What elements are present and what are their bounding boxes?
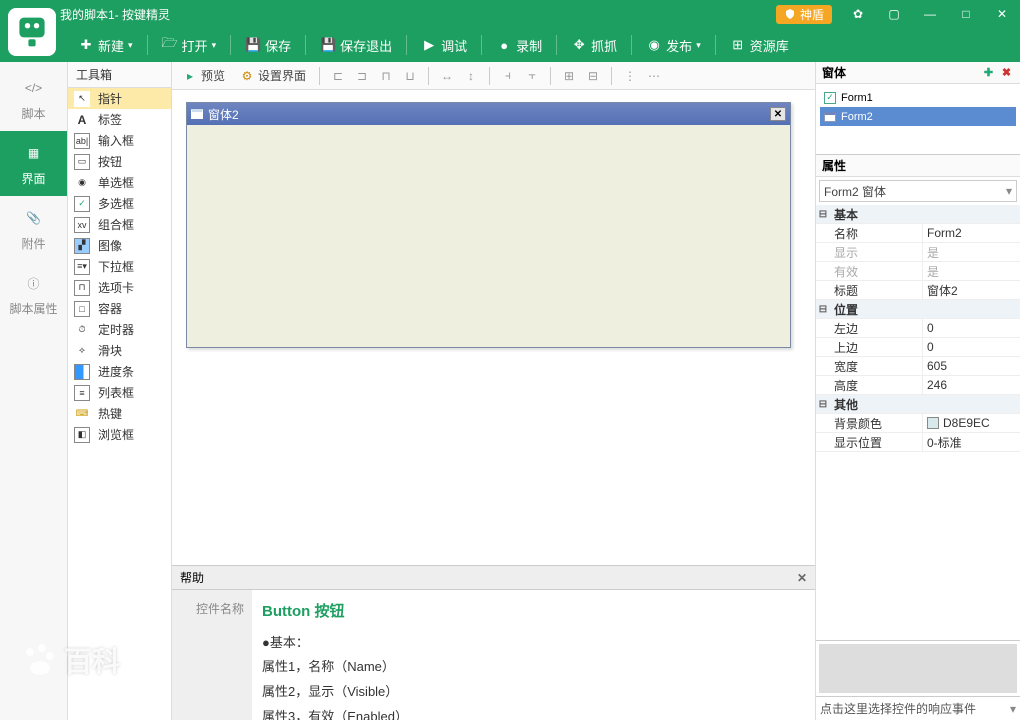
tool-hotkey[interactable]: ⌨热键 [68,403,171,424]
tool-label[interactable]: A标签 [68,109,171,130]
nav-ui[interactable]: ▦界面 [0,131,67,196]
preview-box [819,644,1017,693]
close-icon[interactable]: ✕ [984,0,1020,28]
btn-preview[interactable]: ▸预览 [178,67,229,84]
sub-toolbar: ▸预览 ⚙设置界面 ⊏ ⊐ ⊓ ⊔ ↔ ↕ ⫞ ⫟ ⊞ ⊟ ⋮ ⋯ [172,62,815,90]
align-icon[interactable]: ⊓ [377,67,395,85]
align-icon[interactable]: ↕ [462,67,480,85]
form-titlebar[interactable]: 窗体2 ✕ [187,103,790,125]
align-icon[interactable]: ⊏ [329,67,347,85]
window-title: 我的脚本1- 按键精灵 [60,6,776,23]
prop-row[interactable]: 显示位置0-标准 [816,433,1020,452]
tool-input[interactable]: ab|输入框 [68,130,171,151]
align-icon[interactable]: ⋮ [621,67,639,85]
prop-row[interactable]: 名称Form2 [816,224,1020,243]
menu-savequit[interactable]: 💾保存退出 [314,28,398,62]
btn-setui[interactable]: ⚙设置界面 [235,67,310,84]
event-selector[interactable]: 点击这里选择控件的响应事件▾ [816,696,1020,720]
form-item-1[interactable]: ✓Form1 [820,88,1016,107]
menu-record[interactable]: ●录制 [490,28,548,62]
align-icon[interactable]: ⫞ [499,67,517,85]
prop-row[interactable]: 显示是 [816,243,1020,262]
menu-save[interactable]: 💾保存 [239,28,297,62]
shield-badge[interactable]: 神盾 [776,5,832,24]
tool-combo[interactable]: xv组合框 [68,214,171,235]
tool-button[interactable]: ▭按钮 [68,151,171,172]
help-close-icon[interactable]: ✕ [797,571,807,585]
tool-radio[interactable]: ◉单选框 [68,172,171,193]
align-icon[interactable]: ⊞ [560,67,578,85]
help-title: 帮助 [180,569,204,586]
align-icon[interactable]: ⊟ [584,67,602,85]
tool-timer[interactable]: ⏱定时器 [68,319,171,340]
menu-reslib[interactable]: ⊞资源库 [724,28,795,62]
menu-bar: ✚新建▾ 🗁打开▾ 💾保存 💾保存退出 ▶调试 ●录制 ✥抓抓 ◉发布▾ ⊞资源… [0,28,1020,62]
prop-row[interactable]: 标题窗体2 [816,281,1020,300]
tool-checkbox[interactable]: ✓多选框 [68,193,171,214]
prop-selector[interactable]: Form2 窗体▾ [819,180,1017,202]
tool-browser[interactable]: ◧浏览框 [68,424,171,445]
add-form-icon[interactable]: ✚ [981,65,996,80]
align-icon[interactable]: ⊐ [353,67,371,85]
form-window[interactable]: 窗体2 ✕ [186,102,791,348]
menu-debug[interactable]: ▶调试 [415,28,473,62]
design-canvas[interactable]: 窗体2 ✕ [172,90,815,565]
menu-publish[interactable]: ◉发布▾ [640,28,707,62]
prop-row[interactable]: 左边0 [816,319,1020,338]
toolbox-panel: 工具箱 ↖指针 A标签 ab|输入框 ▭按钮 ◉单选框 ✓多选框 xv组合框 ▞… [68,62,172,720]
nav-attach[interactable]: 📎附件 [0,196,67,261]
forms-title: 窗体 [822,64,846,81]
right-panel: 窗体 ✚✖ ✓Form1 Form2 属性 Form2 窗体▾ ⊟基本 名称Fo… [815,62,1020,720]
tool-tab[interactable]: ⊓选项卡 [68,277,171,298]
settings-icon[interactable]: ✿ [840,0,876,28]
menu-grab[interactable]: ✥抓抓 [565,28,623,62]
left-nav: </>脚本 ▦界面 📎附件 ⓘ脚本属性 [0,62,68,720]
maximize-icon[interactable]: □ [948,0,984,28]
align-icon[interactable]: ⋯ [645,67,663,85]
form-item-2[interactable]: Form2 [820,107,1016,126]
tool-dropdown[interactable]: ≡▾下拉框 [68,256,171,277]
align-icon[interactable]: ↔ [438,67,456,85]
align-icon[interactable]: ⊔ [401,67,419,85]
tool-listbox[interactable]: ≡列表框 [68,382,171,403]
minimize-icon[interactable]: — [912,0,948,28]
prop-row[interactable]: 有效是 [816,262,1020,281]
app-logo [8,8,56,56]
prop-row[interactable]: 背景颜色D8E9EC [816,414,1020,433]
del-form-icon[interactable]: ✖ [999,65,1014,80]
tool-pointer[interactable]: ↖指针 [68,88,171,109]
tool-container[interactable]: □容器 [68,298,171,319]
form-close-icon[interactable]: ✕ [770,107,786,121]
window-icon [191,109,203,119]
prop-row[interactable]: 上边0 [816,338,1020,357]
tool-slider[interactable]: ⟡滑块 [68,340,171,361]
help-content: Button 按钮 ●基本： 属性1，名称（Name） 属性2，显示（Visib… [252,590,815,720]
tool-image[interactable]: ▞图像 [68,235,171,256]
help-panel: 帮助 ✕ 控件名称 Button 按钮 ●基本： 属性1，名称（Name） 属性… [172,565,815,720]
form-list: ✓Form1 Form2 [816,84,1020,154]
menu-open[interactable]: 🗁打开▾ [156,28,223,62]
nav-props[interactable]: ⓘ脚本属性 [0,261,67,326]
property-grid: ⊟基本 名称Form2 显示是 有效是 标题窗体2 ⊟位置 左边0 上边0 宽度… [816,205,1020,640]
props-title: 属性 [822,157,846,174]
help-label: 控件名称 [172,590,252,720]
title-bar: 我的脚本1- 按键精灵 神盾 ✿ ▢ — □ ✕ [0,0,1020,28]
tool-progress[interactable]: 进度条 [68,361,171,382]
menu-new[interactable]: ✚新建▾ [72,28,139,62]
prop-row[interactable]: 高度246 [816,376,1020,395]
align-icon[interactable]: ⫟ [523,67,541,85]
toolbox-title: 工具箱 [68,62,171,88]
nav-script[interactable]: </>脚本 [0,66,67,131]
prop-row[interactable]: 宽度605 [816,357,1020,376]
restore-icon[interactable]: ▢ [876,0,912,28]
